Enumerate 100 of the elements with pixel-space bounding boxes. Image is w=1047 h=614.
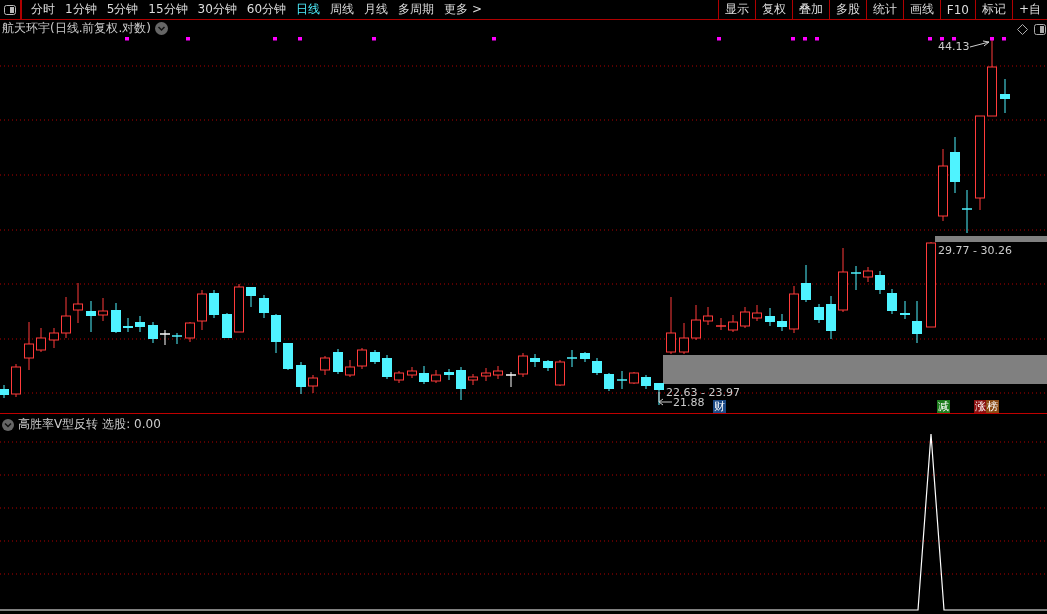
panel-toggle-icon[interactable] (4, 4, 16, 15)
candlestick (961, 189, 973, 234)
candlestick (209, 289, 219, 319)
candlestick (752, 304, 762, 322)
candlestick (444, 368, 454, 381)
candlestick (740, 306, 750, 329)
candlestick (36, 327, 46, 353)
candlestick (197, 289, 207, 331)
candlestick (493, 365, 503, 380)
candlestick (703, 306, 713, 326)
candlestick (345, 359, 355, 378)
candlestick (481, 367, 491, 382)
event-tag[interactable]: 减 (937, 400, 950, 413)
candlestick (592, 357, 602, 376)
candlestick (1000, 78, 1010, 114)
candlestick (875, 270, 885, 295)
toolbar-button[interactable]: F10 (939, 0, 975, 19)
candlestick (86, 300, 96, 333)
candlestick (765, 307, 775, 327)
period-tab[interactable]: 5分钟 (101, 1, 144, 18)
candlestick (616, 370, 628, 390)
price-label: 44.13 (938, 41, 970, 53)
candlestick (271, 313, 281, 354)
candlestick (283, 342, 293, 371)
candlestick (468, 373, 478, 386)
candlestick (320, 355, 330, 376)
period-tab[interactable]: 分时 (26, 1, 60, 18)
candlestick (407, 366, 417, 379)
candlestick (308, 374, 318, 394)
period-tab[interactable]: 60分钟 (241, 1, 292, 18)
candlestick (123, 317, 133, 333)
diamond-icon[interactable] (1017, 24, 1028, 35)
candlestick (185, 321, 195, 343)
candlestick (654, 382, 664, 406)
candlestick (259, 294, 269, 319)
toolbar-button[interactable]: 标记 (974, 0, 1012, 19)
candlestick (148, 321, 158, 344)
candlestick (826, 295, 836, 340)
indicator-reading: 选股: 0.00 (102, 416, 161, 433)
candlestick (912, 300, 922, 344)
chart-title: 航天环宇(日线.前复权.对数) (2, 21, 151, 35)
candlestick (382, 354, 392, 380)
candlestick (950, 136, 960, 194)
chevron-down-icon[interactable] (155, 21, 168, 35)
candlestick (111, 302, 121, 334)
candlestick (394, 370, 404, 384)
toolbar-button[interactable]: +自 (1011, 0, 1047, 19)
toolbar-button[interactable]: 统计 (865, 0, 903, 19)
period-tab[interactable]: 日线 (291, 1, 326, 18)
price-range-label: 29.77 - 30.26 (938, 245, 1012, 257)
toolbar-button[interactable]: 叠加 (791, 0, 829, 19)
candlestick (801, 264, 811, 303)
indicator-name: 高胜率V型反转 (18, 416, 99, 433)
candlestick (456, 366, 466, 401)
candlestick (728, 314, 738, 333)
event-tag[interactable]: 财 (713, 400, 726, 413)
candlestick (666, 296, 676, 355)
candlestick (73, 282, 83, 324)
candlestick (629, 371, 639, 385)
candlestick (431, 369, 441, 384)
price-label: 21.88 (673, 397, 705, 409)
event-tag[interactable]: 榜 (986, 400, 999, 413)
candlestick (419, 365, 429, 385)
period-tab[interactable]: 15分钟 (143, 1, 193, 18)
candlestick (679, 322, 689, 355)
candlestick (0, 384, 9, 399)
period-tab[interactable]: 多周期 (393, 1, 440, 18)
candlestick (234, 283, 244, 333)
period-tab[interactable]: 更多 > (439, 1, 487, 18)
candlestick (530, 353, 540, 368)
candlestick (370, 349, 380, 365)
candlestick (24, 321, 34, 371)
candlestick (691, 304, 701, 341)
candlestick (61, 296, 71, 339)
toolbar-button[interactable]: 复权 (754, 0, 792, 19)
candlestick (357, 347, 367, 370)
panel-toggle-icon[interactable] (1034, 24, 1046, 35)
candlestick (580, 351, 590, 363)
leader-arrow (969, 40, 990, 48)
candlestick (49, 327, 59, 349)
candlestick (715, 317, 727, 331)
period-tab[interactable]: 周线 (325, 1, 360, 18)
candlestick (543, 359, 553, 372)
candlestick (641, 374, 651, 390)
toolbar-button[interactable]: 多股 (828, 0, 866, 19)
candlestick (789, 285, 799, 334)
candlestick (11, 363, 21, 398)
period-tab[interactable]: 月线 (359, 1, 394, 18)
toolbar-button[interactable]: 画线 (902, 0, 940, 19)
candlestick (171, 332, 183, 345)
period-tab[interactable]: 1分钟 (60, 1, 102, 18)
candlestick (838, 247, 848, 313)
candlestick (814, 303, 824, 324)
toolbar-button[interactable]: 显示 (717, 0, 755, 19)
candlestick (900, 300, 910, 320)
candlestick (98, 297, 108, 322)
candlestick (159, 329, 171, 346)
period-tab[interactable]: 30分钟 (192, 1, 242, 18)
chevron-down-icon[interactable] (2, 418, 14, 431)
candlestick (135, 315, 145, 333)
